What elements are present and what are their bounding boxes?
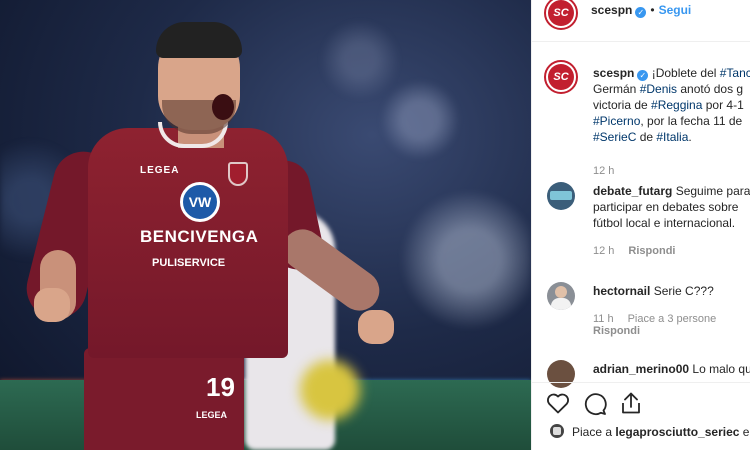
share-icon[interactable] (620, 391, 642, 418)
caption-line: Germán #Denis anotó dos g (593, 81, 750, 97)
liked-by-suffix: e (742, 425, 750, 439)
liker-avatar[interactable] (550, 424, 564, 438)
commenter-username[interactable]: debate_futarg (593, 184, 672, 198)
hashtag-link[interactable]: #SerieC (593, 130, 636, 144)
comment-meta: 12 h Rispondi (593, 245, 750, 257)
author-username[interactable]: scespn (591, 3, 632, 17)
caption-text: scespn ✓ ¡Doblete del #Tanc Germán #Denis… (593, 65, 750, 177)
commenter-avatar[interactable] (547, 282, 575, 310)
caption-line: #Picerno, por la fecha 11 de (593, 113, 750, 129)
caption-fragment: . (688, 130, 692, 144)
caption-avatar[interactable]: SC (544, 60, 578, 94)
caption-fragment: Germán (593, 82, 640, 96)
shorts-brand: LEGEA (196, 410, 228, 420)
hashtag-link[interactable]: #Denis (640, 82, 677, 96)
comment-icon[interactable] (583, 392, 607, 419)
hashtag-link[interactable]: #Picerno (593, 114, 640, 128)
jersey-brand: LEGEA (140, 165, 180, 176)
comment-text: participar en debates sobre (593, 200, 739, 214)
caption-timestamp: 12 h (593, 165, 615, 177)
header-author: scespn ✓ • Segui (591, 3, 691, 18)
liked-by-line: Piace a legaprosciutto_seriec e (572, 425, 749, 439)
jersey-sponsor: BENCIVENGA (140, 227, 259, 246)
hashtag-link[interactable]: #Italia (656, 130, 688, 144)
hashtag-link[interactable]: #Tanc (720, 66, 750, 80)
separator-dot: • (650, 3, 655, 17)
comment-meta: 11 h Piace a 3 persone (593, 313, 716, 325)
caption-fragment: de (636, 130, 657, 144)
player-right-fist (358, 310, 394, 344)
caption-username[interactable]: scespn (593, 66, 634, 80)
comment-text: fútbol local e internacional. (593, 216, 736, 230)
post-action-bar: Piace a legaprosciutto_seriec e (532, 382, 750, 450)
post-photo[interactable]: LEGEA VW BENCIVENGA PULISERVICE 19 LEGEA (0, 0, 531, 450)
player-mouth (212, 94, 234, 120)
liked-by-username[interactable]: legaprosciutto_seriec (615, 425, 739, 439)
comment-body: debate_futarg Seguime para participar en… (593, 183, 750, 257)
comment-text: Seguime para (675, 184, 750, 198)
liked-by-prefix: Piace a (572, 425, 613, 439)
club-crest (228, 162, 248, 186)
author-avatar[interactable]: SC (544, 0, 578, 30)
jersey-sponsor-secondary: PULISERVICE (152, 257, 226, 269)
comment-timestamp: 11 h (593, 313, 614, 325)
follow-button[interactable]: Segui (659, 3, 692, 17)
comment-timestamp: 12 h (593, 245, 615, 257)
verified-badge-icon: ✓ (635, 7, 647, 18)
post-side-panel: SC scespn ✓ • Segui SC scespn ✓ ¡Doblete del… (531, 0, 750, 450)
comment-likes[interactable]: Piace a 3 persone (628, 313, 717, 325)
caption-line: scespn ✓ ¡Doblete del #Tanc (593, 65, 750, 81)
caption-fragment: ¡Doblete del (651, 66, 720, 80)
commenter-username[interactable]: hectornail (593, 284, 650, 298)
comment-body: hectornail Serie C??? 11 h Piace a 3 pers… (593, 283, 716, 337)
reply-button[interactable]: Rispondi (593, 325, 716, 337)
caption-fragment: , por la fecha 11 de (640, 114, 743, 128)
player-right-forearm (274, 221, 388, 319)
caption-fragment: victoria de (593, 98, 652, 112)
comment-line: hectornail Serie C??? (593, 283, 716, 299)
commenter-avatar[interactable] (547, 182, 575, 210)
comment-text: Serie C??? (653, 284, 714, 298)
caption-line: #SerieC de #Italia. (593, 129, 750, 145)
player-left-fist (34, 288, 70, 322)
heart-icon[interactable] (546, 392, 570, 417)
vw-logo-text: VW (188, 194, 212, 210)
post-header: SC scespn ✓ • Segui (532, 0, 750, 42)
caption-fragment: anotó dos g (677, 82, 744, 96)
comment-line: debate_futarg Seguime para (593, 183, 750, 199)
vw-logo: VW (180, 182, 220, 222)
caption-line: victoria de #Reggina por 4-1 (593, 97, 750, 113)
player-hair (156, 22, 242, 58)
comment-line: adrian_merino00 Lo malo qu (593, 361, 750, 377)
caption-fragment: por 4-1 (702, 98, 744, 112)
commenter-username[interactable]: adrian_merino00 (593, 362, 689, 376)
comment-body: adrian_merino00 Lo malo qu (593, 361, 750, 377)
celebrating-player: LEGEA VW BENCIVENGA PULISERVICE 19 LEGEA (20, 10, 400, 450)
comment-text: Lo malo qu (692, 362, 750, 376)
hashtag-link[interactable]: #Reggina (651, 98, 702, 112)
reply-button[interactable]: Rispondi (628, 245, 675, 257)
shorts-number: 19 (206, 372, 235, 402)
verified-badge-icon: ✓ (637, 70, 649, 81)
